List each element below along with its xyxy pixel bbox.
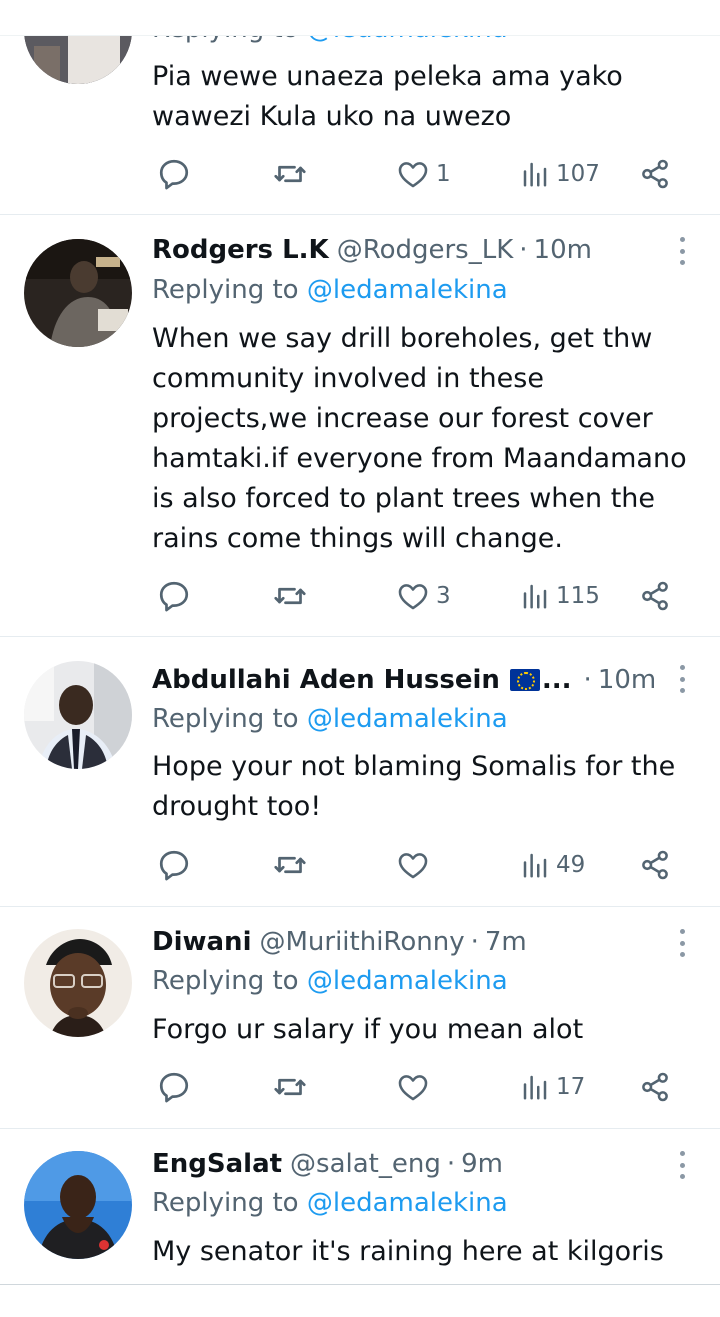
views-button[interactable]: 49 xyxy=(520,845,585,885)
share-icon xyxy=(642,850,668,880)
user-handle[interactable]: @Rodgers_LK xyxy=(337,235,514,265)
tweet-header: Rodgers L.K @Rodgers_LK · 10m xyxy=(152,232,592,268)
retweet-button[interactable] xyxy=(272,1067,308,1107)
tweet-header: Abdullahi Aden Hussein ... · 10m xyxy=(152,662,656,698)
views-icon xyxy=(523,1075,547,1100)
display-name[interactable]: Abdullahi Aden Hussein xyxy=(152,665,500,695)
tweet-card[interactable]: Diwani @MuriithiRonny · 7m Replying to @… xyxy=(0,907,720,1129)
timestamp[interactable]: 7m xyxy=(485,927,527,957)
like-button[interactable] xyxy=(396,845,436,885)
like-button[interactable] xyxy=(396,1067,436,1107)
replying-to: Replying to @ledamalekina xyxy=(152,275,508,305)
reply-button[interactable] xyxy=(156,1067,192,1107)
tweet-card[interactable]: Abdullahi Aden Hussein ... · 10m Replyin… xyxy=(0,637,720,907)
tweet-text: When we say drill boreholes, get thw com… xyxy=(152,323,687,554)
tweet-actions: 1 107 xyxy=(152,154,692,194)
tweet-text: My senator it's raining here at kilgoris xyxy=(152,1236,664,1267)
heart-icon xyxy=(398,853,428,879)
reply-icon xyxy=(159,581,189,612)
more-icon[interactable] xyxy=(680,237,686,265)
share-button[interactable] xyxy=(638,845,672,885)
reply-icon xyxy=(159,1072,189,1103)
user-handle[interactable]: @salat_eng xyxy=(290,1149,441,1179)
avatar[interactable] xyxy=(24,661,132,769)
replying-to: Replying to @ledamalekina xyxy=(152,1188,508,1218)
share-icon xyxy=(642,581,668,611)
retweet-button[interactable] xyxy=(272,845,308,885)
avatar[interactable] xyxy=(24,929,132,1037)
retweet-button[interactable] xyxy=(272,154,308,194)
view-count: 115 xyxy=(556,583,600,609)
replying-to: Replying to @ledamalekina xyxy=(152,704,508,734)
heart-icon xyxy=(398,1075,428,1101)
view-count: 107 xyxy=(556,161,600,187)
separator: · xyxy=(583,665,592,695)
like-count: 3 xyxy=(436,583,451,609)
eu-flag-icon xyxy=(509,669,540,691)
avatar[interactable] xyxy=(24,239,132,347)
heart-icon xyxy=(398,584,428,610)
tweet-actions: 17 xyxy=(152,1067,692,1107)
views-icon xyxy=(523,584,547,609)
reply-icon xyxy=(159,850,189,881)
views-button[interactable]: 115 xyxy=(520,576,600,616)
bottom-bar xyxy=(0,1284,720,1317)
tweet-actions: 3 115 xyxy=(152,576,692,616)
separator: · xyxy=(470,927,479,957)
reply-button[interactable] xyxy=(156,154,192,194)
more-icon[interactable] xyxy=(680,929,686,957)
mention-link[interactable]: @ledamalekina xyxy=(307,1188,508,1218)
retweet-icon xyxy=(274,165,306,183)
like-button[interactable]: 3 xyxy=(396,576,451,616)
timestamp[interactable]: 10m xyxy=(598,665,656,695)
mention-link[interactable]: @ledamalekina xyxy=(307,275,508,305)
more-icon[interactable] xyxy=(680,1151,686,1179)
like-count: 1 xyxy=(436,161,451,187)
tweet-card[interactable]: EngSalat @salat_eng · 9m Replying to @le… xyxy=(0,1129,720,1284)
timestamp[interactable]: 10m xyxy=(534,235,592,265)
separator: · xyxy=(519,235,528,265)
mention-link[interactable]: @ledamalekina xyxy=(307,704,508,734)
share-button[interactable] xyxy=(638,154,672,194)
avatar[interactable] xyxy=(24,1151,132,1259)
retweet-icon xyxy=(274,1078,306,1096)
separator: · xyxy=(446,1149,456,1179)
more-icon[interactable] xyxy=(680,665,686,693)
views-icon xyxy=(523,162,547,187)
reply-icon xyxy=(159,159,189,190)
share-button[interactable] xyxy=(638,1067,672,1107)
retweet-icon xyxy=(274,587,306,605)
view-count: 17 xyxy=(556,1074,586,1100)
display-name[interactable]: EngSalat xyxy=(152,1149,282,1179)
top-bar xyxy=(0,0,720,36)
views-button[interactable]: 17 xyxy=(520,1067,585,1107)
views-icon xyxy=(523,853,547,878)
replying-to: Replying to @ledamalekina xyxy=(152,966,508,996)
retweet-icon xyxy=(274,856,306,874)
tweet-actions: 49 xyxy=(152,845,692,885)
share-icon xyxy=(642,159,668,189)
display-name[interactable]: Rodgers L.K xyxy=(152,235,329,265)
mention-link[interactable]: @ledamalekina xyxy=(307,966,508,996)
tweet-text: Forgo ur salary if you mean alot xyxy=(152,1014,584,1045)
retweet-button[interactable] xyxy=(272,576,308,616)
user-handle[interactable]: @MuriithiRonny xyxy=(259,927,464,957)
like-button[interactable]: 1 xyxy=(396,154,451,194)
reply-button[interactable] xyxy=(156,845,192,885)
display-name[interactable]: Diwani xyxy=(152,927,251,957)
timestamp[interactable]: 9m xyxy=(461,1149,503,1179)
tweet-text: Hope your not blaming Somalis for the dr… xyxy=(152,751,676,822)
name-truncation: ... xyxy=(541,665,572,695)
share-button[interactable] xyxy=(638,576,672,616)
view-count: 49 xyxy=(556,852,586,878)
share-icon xyxy=(642,1072,668,1102)
heart-icon xyxy=(398,162,428,188)
tweet-card[interactable]: Rodgers L.K @Rodgers_LK · 10m Replying t… xyxy=(0,215,720,637)
tweet-header: Diwani @MuriithiRonny · 7m xyxy=(152,924,527,960)
reply-button[interactable] xyxy=(156,576,192,616)
tweet-text: Pia wewe unaeza peleka ama yako wawezi K… xyxy=(152,61,623,132)
views-button[interactable]: 107 xyxy=(520,154,600,194)
tweet-header: EngSalat @salat_eng · 9m xyxy=(152,1146,503,1182)
